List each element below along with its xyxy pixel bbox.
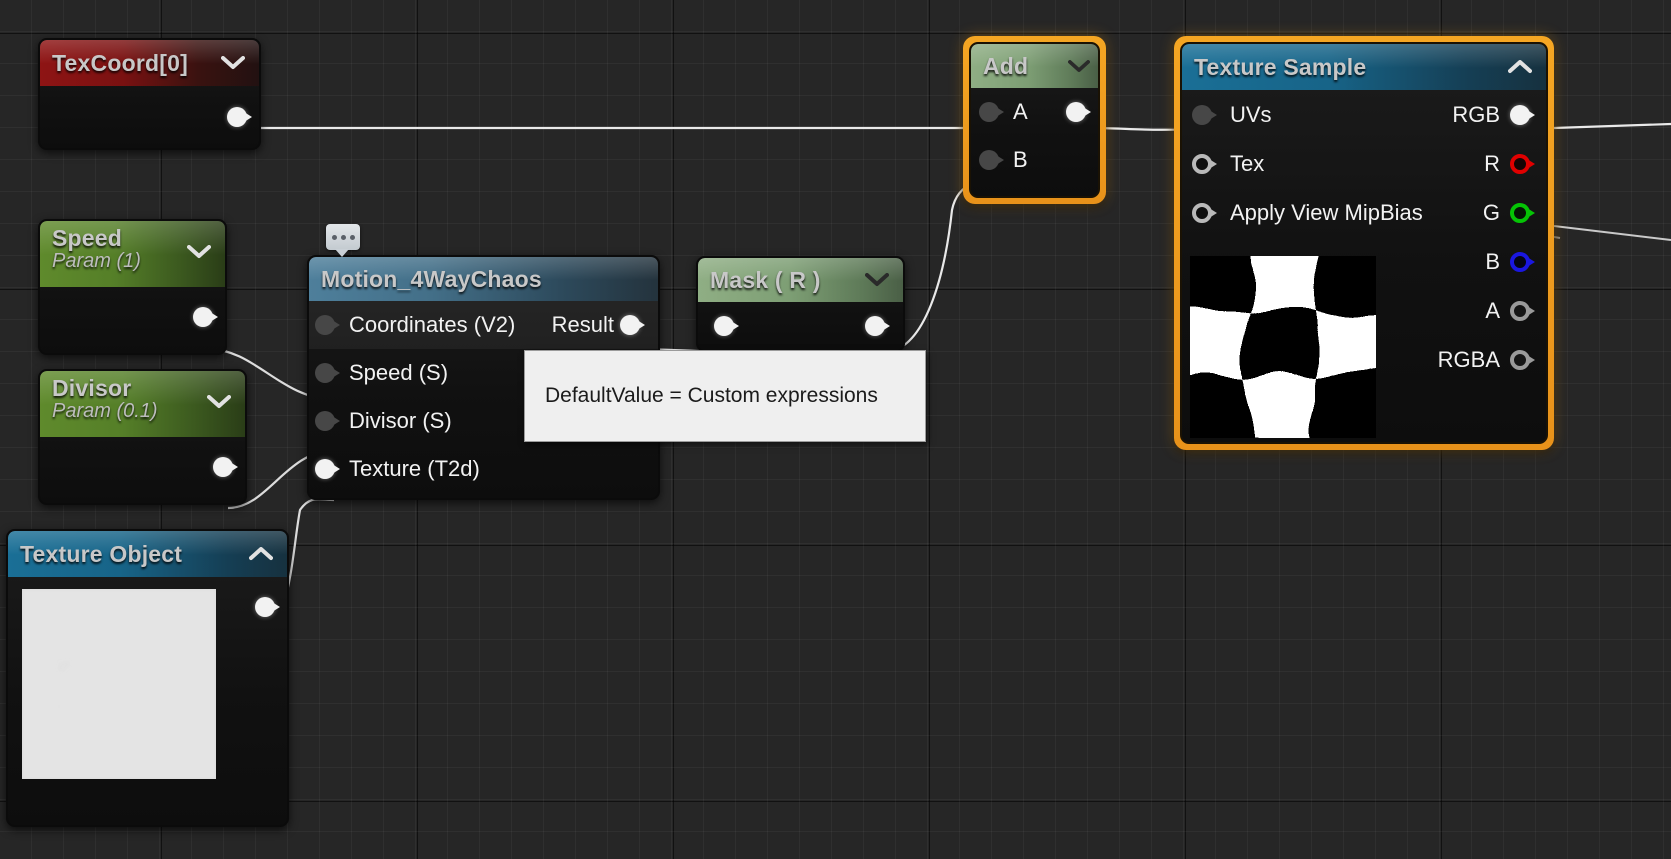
output-label: R — [1484, 150, 1500, 176]
input-label: B — [1013, 147, 1028, 172]
output-row — [40, 86, 259, 148]
output-pin-b[interactable] — [1510, 251, 1536, 272]
pin-row-uvs-rgb: UVs RGB — [1182, 90, 1546, 139]
pin-row-tex-r: Tex R — [1182, 139, 1546, 188]
node-speed[interactable]: Speed Param (1) — [38, 219, 227, 355]
input-row-b: B — [971, 136, 1098, 184]
tooltip-text: DefaultValue = Custom expressions — [545, 384, 878, 407]
input-row-coordinates: Coordinates (V2) Result — [309, 301, 658, 349]
input-pin-divisor[interactable] — [315, 411, 341, 431]
input-label: Speed (S) — [349, 360, 449, 385]
node-header-speed[interactable]: Speed Param (1) — [40, 221, 225, 287]
chevron-up-icon[interactable] — [1508, 60, 1532, 74]
noise-thumbnail — [22, 589, 216, 779]
input-label: UVs — [1230, 101, 1272, 127]
output-pin[interactable] — [1066, 102, 1092, 122]
input-pin[interactable] — [714, 316, 740, 336]
node-header-texture-sample[interactable]: Texture Sample — [1182, 44, 1546, 90]
pin-row-mipbias-g: Apply View MipBias G — [1182, 188, 1546, 237]
node-title: Motion_4WayChaos — [321, 265, 542, 292]
tooltip-default-value: DefaultValue = Custom expressions — [524, 350, 926, 442]
output-label: RGBA — [1437, 346, 1500, 372]
output-pin-r[interactable] — [1510, 153, 1536, 174]
output-label: RGB — [1452, 101, 1500, 127]
output-pin[interactable] — [865, 316, 891, 336]
node-header-mask-r[interactable]: Mask ( R ) — [698, 258, 903, 302]
output-label: A — [1485, 297, 1500, 323]
output-pin-rgba[interactable] — [1510, 349, 1536, 370]
node-body — [40, 287, 225, 347]
node-body — [40, 437, 245, 497]
input-row-texture: Texture (T2d) — [309, 445, 658, 493]
material-graph-canvas[interactable]: TexCoord[0] Speed Param (1) Divisor Para… — [0, 0, 1671, 859]
node-texture-object[interactable]: Texture Object — [6, 529, 289, 827]
comment-bubble-icon[interactable] — [326, 224, 360, 257]
node-body: A B — [971, 88, 1098, 184]
node-header-motion-4waychaos[interactable]: Motion_4WayChaos — [309, 257, 658, 301]
node-header-texture-object[interactable]: Texture Object — [8, 531, 287, 577]
checker-thumbnail — [1190, 256, 1376, 438]
output-pin-a[interactable] — [1510, 300, 1536, 321]
output-pin-result[interactable] — [620, 315, 646, 335]
output-pin[interactable] — [227, 107, 253, 127]
node-mask-r[interactable]: Mask ( R ) — [696, 256, 905, 352]
node-texture-sample[interactable]: Texture Sample UVs RGB Tex R Apply View … — [1174, 36, 1554, 450]
node-title: Mask ( R ) — [710, 266, 821, 293]
output-row — [40, 287, 225, 347]
output-pin[interactable] — [213, 457, 239, 477]
output-label: G — [1482, 199, 1500, 225]
node-title: Divisor — [52, 375, 132, 401]
node-add[interactable]: Add A B — [963, 36, 1106, 204]
input-row-a: A — [971, 88, 1098, 136]
node-texcoord[interactable]: TexCoord[0] — [38, 38, 261, 150]
input-label: Apply View MipBias — [1230, 199, 1423, 225]
node-title: TexCoord[0] — [52, 49, 188, 76]
node-subtitle: Param (0.1) — [52, 400, 158, 422]
input-pin-a[interactable] — [979, 102, 1005, 122]
output-pin[interactable] — [193, 307, 219, 327]
output-pin-g[interactable] — [1510, 202, 1536, 223]
chevron-down-icon[interactable] — [207, 395, 231, 409]
output-pin[interactable] — [255, 597, 281, 617]
node-body — [40, 86, 259, 148]
output-pin-rgb[interactable] — [1510, 104, 1536, 125]
input-pin-coordinates[interactable] — [315, 315, 341, 335]
input-pin-apply-view-mipbias[interactable] — [1192, 202, 1218, 223]
node-body — [698, 302, 903, 350]
chevron-down-icon[interactable] — [865, 273, 889, 287]
output-label: B — [1485, 248, 1500, 274]
chevron-down-icon[interactable] — [187, 245, 211, 259]
input-label: Tex — [1230, 150, 1265, 176]
node-title: Texture Object — [20, 540, 183, 567]
input-pin-speed[interactable] — [315, 363, 341, 383]
input-pin-b[interactable] — [979, 150, 1005, 170]
input-label: A — [1013, 99, 1028, 124]
input-label: Coordinates (V2) — [349, 312, 516, 337]
input-label: Texture (T2d) — [349, 456, 480, 481]
node-divisor[interactable]: Divisor Param (0.1) — [38, 369, 247, 505]
chevron-up-icon[interactable] — [249, 547, 273, 561]
chevron-down-icon[interactable] — [1068, 59, 1090, 73]
input-pin-tex[interactable] — [1192, 153, 1218, 174]
node-title: Speed — [52, 225, 123, 251]
node-title: Texture Sample — [1194, 53, 1367, 80]
output-label: Result — [551, 312, 614, 337]
node-title: Add — [983, 52, 1029, 79]
node-header-texcoord[interactable]: TexCoord[0] — [40, 40, 259, 86]
pin-row — [698, 302, 903, 350]
input-label: Divisor (S) — [349, 408, 452, 433]
input-pin-uvs[interactable] — [1192, 104, 1218, 125]
node-header-divisor[interactable]: Divisor Param (0.1) — [40, 371, 245, 437]
chevron-down-icon[interactable] — [221, 56, 245, 70]
node-header-add[interactable]: Add — [971, 44, 1098, 88]
input-pin-texture[interactable] — [315, 459, 341, 479]
output-row — [40, 437, 245, 497]
